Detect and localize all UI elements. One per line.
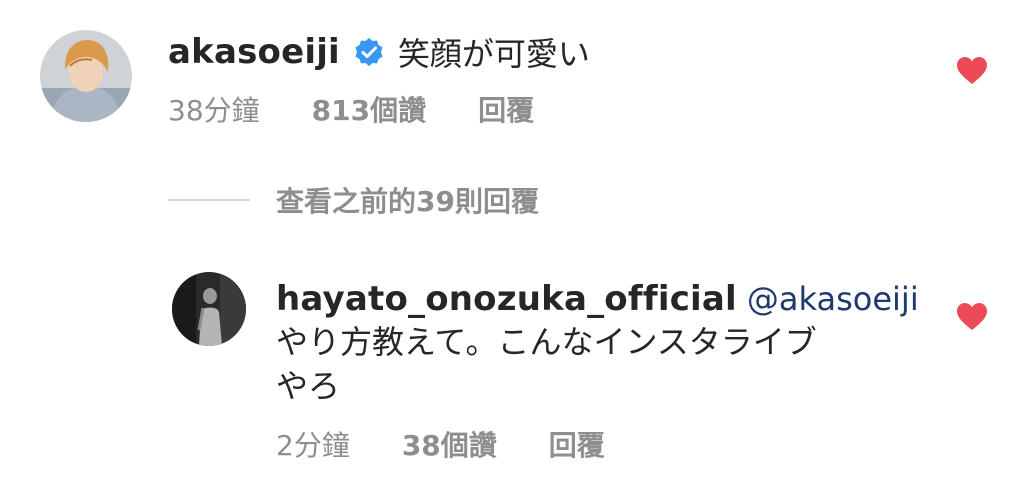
comment-time: 38分鐘 bbox=[168, 94, 260, 127]
reply-time: 2分鐘 bbox=[276, 429, 350, 462]
verified-badge-icon bbox=[354, 37, 384, 67]
comment-reply-button[interactable]: 回覆 bbox=[478, 89, 534, 129]
comment-like-heart-icon[interactable] bbox=[956, 56, 988, 86]
reply-likes[interactable]: 38個讚 bbox=[402, 424, 497, 464]
reply-header: hayato_onozuka_official @akasoeiji bbox=[276, 278, 919, 320]
comment-header: akasoeiji 笑顔が可愛い bbox=[168, 30, 590, 74]
comment-username[interactable]: akasoeiji bbox=[168, 32, 340, 72]
reply-text-line-2: やろ bbox=[276, 367, 341, 405]
comment-likes[interactable]: 813個讚 bbox=[312, 89, 426, 129]
view-replies-label: 查看之前的39則回覆 bbox=[276, 185, 539, 218]
reply-mention[interactable]: @akasoeiji bbox=[747, 280, 919, 318]
comment-text: 笑顔が可愛い bbox=[397, 35, 590, 73]
reply-text-line-1: やり方教えて。こんなインスタライブ bbox=[276, 323, 817, 361]
avatar-hayato-onozuka[interactable] bbox=[172, 272, 246, 346]
reply-meta: 2分鐘 38個讚 回覆 bbox=[276, 424, 605, 464]
reply-username[interactable]: hayato_onozuka_official bbox=[276, 279, 737, 319]
reply-reply-button[interactable]: 回覆 bbox=[549, 424, 605, 464]
comment-meta: 38分鐘 813個讚 回覆 bbox=[168, 90, 534, 128]
view-previous-replies[interactable]: 查看之前的39則回覆 bbox=[168, 180, 539, 220]
reply-like-heart-icon[interactable] bbox=[956, 302, 988, 332]
replies-divider-line bbox=[168, 199, 250, 201]
avatar-akasoeiji[interactable] bbox=[40, 30, 132, 122]
